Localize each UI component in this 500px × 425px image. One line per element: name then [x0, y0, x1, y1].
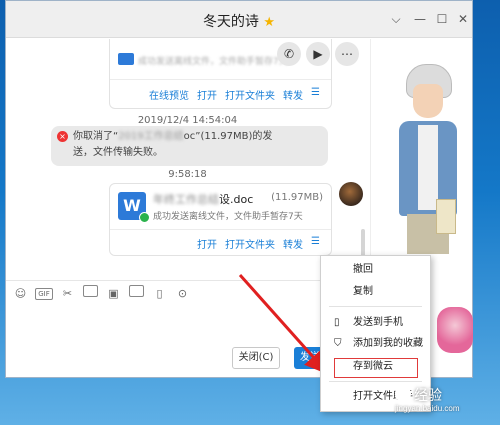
message-area: 成功发送离线文件，文件助手暂存7天 在线预览 打开 打开文件夹 转发 ☰ ✆ ▶… — [6, 39, 369, 279]
scissors-icon[interactable]: ✂ — [59, 285, 76, 302]
file-status-blurred: 成功发送离线文件，文件助手暂存7天 — [138, 57, 288, 67]
close-button[interactable]: 关闭(C) — [232, 347, 280, 369]
file-actions: 打开 打开文件夹 转发 ☰ — [197, 236, 321, 251]
preview-link[interactable]: 在线预览 — [149, 87, 189, 102]
phone-icon[interactable]: ✆ — [277, 42, 301, 66]
file-size: (11.97MB) — [271, 192, 323, 203]
menu-item-recall[interactable]: 撤回 — [321, 260, 430, 280]
bookmark-icon: ⛉ — [334, 338, 342, 349]
menu-item-send-to-phone[interactable]: ▯ 发送到手机 — [321, 313, 430, 333]
shake-icon[interactable]: ▯ — [151, 285, 168, 302]
minimize-icon[interactable]: — — [411, 10, 429, 28]
timestamp: 2019/12/4 14:54:04 — [137, 115, 238, 126]
call-actions: ✆ ▶ ⋯ — [277, 42, 359, 66]
video-icon[interactable]: ▶ — [306, 42, 330, 66]
phone-icon: ▯ — [334, 317, 340, 328]
file-name: 年终工作总结设.doc — [153, 193, 254, 206]
more-icon[interactable]: ⊙ — [174, 285, 191, 302]
title-bar: 冬天的诗 ★ ⌵ — ☐ ✕ — [6, 1, 472, 38]
sticker-icon[interactable]: ▣ — [105, 285, 122, 302]
menu-item-add-favorite[interactable]: ⛉ 添加到我的收藏 — [321, 334, 430, 354]
blurred-filename: 2019工作总结 — [118, 131, 184, 142]
gif-icon[interactable]: GIF — [35, 287, 53, 300]
cancel-notice: × 你取消了“2019工作总结oc”(11.97MB)的发 送，文件传输失败。 — [51, 126, 328, 166]
open-link[interactable]: 打开 — [197, 236, 217, 251]
check-icon — [139, 212, 150, 223]
forward-link[interactable]: 转发 — [283, 236, 303, 251]
close-icon[interactable]: ✕ — [454, 10, 472, 28]
open-folder-link[interactable]: 打开文件夹 — [225, 236, 275, 251]
watermark-logo: 经验 — [395, 385, 442, 405]
menu-item-copy[interactable]: 复制 — [321, 282, 430, 302]
watermark-url: jingyan.baidu.com — [395, 404, 460, 413]
highlight-box — [334, 358, 418, 378]
star-icon: ★ — [263, 15, 276, 30]
avatar[interactable] — [339, 182, 363, 206]
file-status: 成功发送离线文件，文件助手暂存7天 — [153, 212, 303, 222]
open-folder-link[interactable]: 打开文件夹 — [225, 87, 275, 102]
message-input[interactable]: 关闭(C) 发送 — [6, 307, 369, 377]
image-icon[interactable] — [128, 285, 145, 302]
maximize-icon[interactable]: ☐ — [433, 10, 451, 28]
emoji-icon[interactable]: ☺ — [12, 285, 29, 302]
timestamp: 9:58:18 — [168, 169, 207, 180]
forward-link[interactable]: 转发 — [283, 87, 303, 102]
file-actions: 在线预览 打开 打开文件夹 转发 ☰ — [149, 87, 321, 102]
contact-name: 冬天的诗 — [202, 14, 259, 30]
menu-icon[interactable]: ☰ — [311, 87, 321, 102]
chevron-down-icon[interactable]: ⌵ — [387, 10, 405, 28]
input-toolbar: ☺ GIF ✂ ▣ ▯ ⊙ — [6, 280, 369, 306]
folder-icon[interactable] — [82, 285, 99, 302]
anime-avatar — [437, 307, 473, 353]
file-card[interactable]: W 年终工作总结设.doc (11.97MB) 成功发送离线文件，文件助手暂存7… — [109, 183, 332, 256]
error-icon: × — [57, 131, 68, 142]
open-link[interactable]: 打开 — [197, 87, 217, 102]
more-icon[interactable]: ⋯ — [335, 42, 359, 66]
file-icon — [118, 53, 134, 65]
paw-icon — [395, 386, 411, 402]
menu-icon[interactable]: ☰ — [311, 236, 321, 251]
